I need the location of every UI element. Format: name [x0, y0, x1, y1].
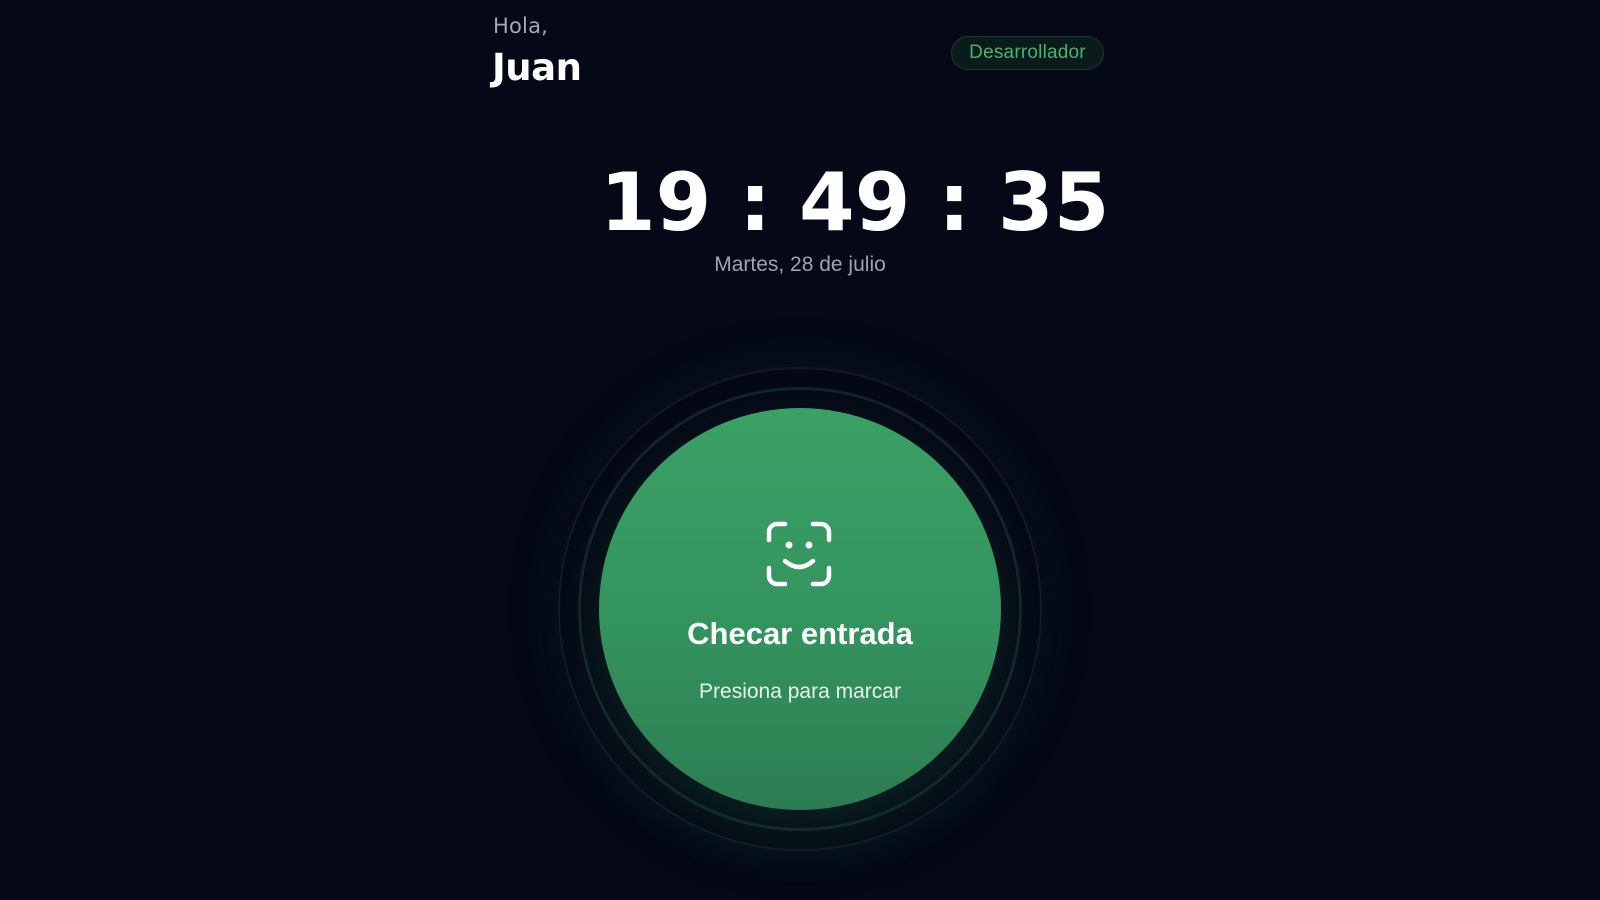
check-in-button[interactable]: Checar entrada Presiona para marcar [599, 408, 1001, 810]
role-badge: Desarrollador [951, 36, 1104, 70]
face-id-icon [765, 520, 833, 588]
username: Juan [492, 46, 582, 89]
clock-date: Martes, 28 de julio [714, 253, 886, 276]
check-in-subtitle: Presiona para marcar [699, 680, 901, 703]
clock-time: 19 : 49 : 35 [600, 156, 1110, 249]
check-in-area: Checar entrada Presiona para marcar [558, 367, 1042, 851]
greeting-label: Hola, [493, 14, 549, 38]
check-in-title: Checar entrada [687, 616, 913, 651]
